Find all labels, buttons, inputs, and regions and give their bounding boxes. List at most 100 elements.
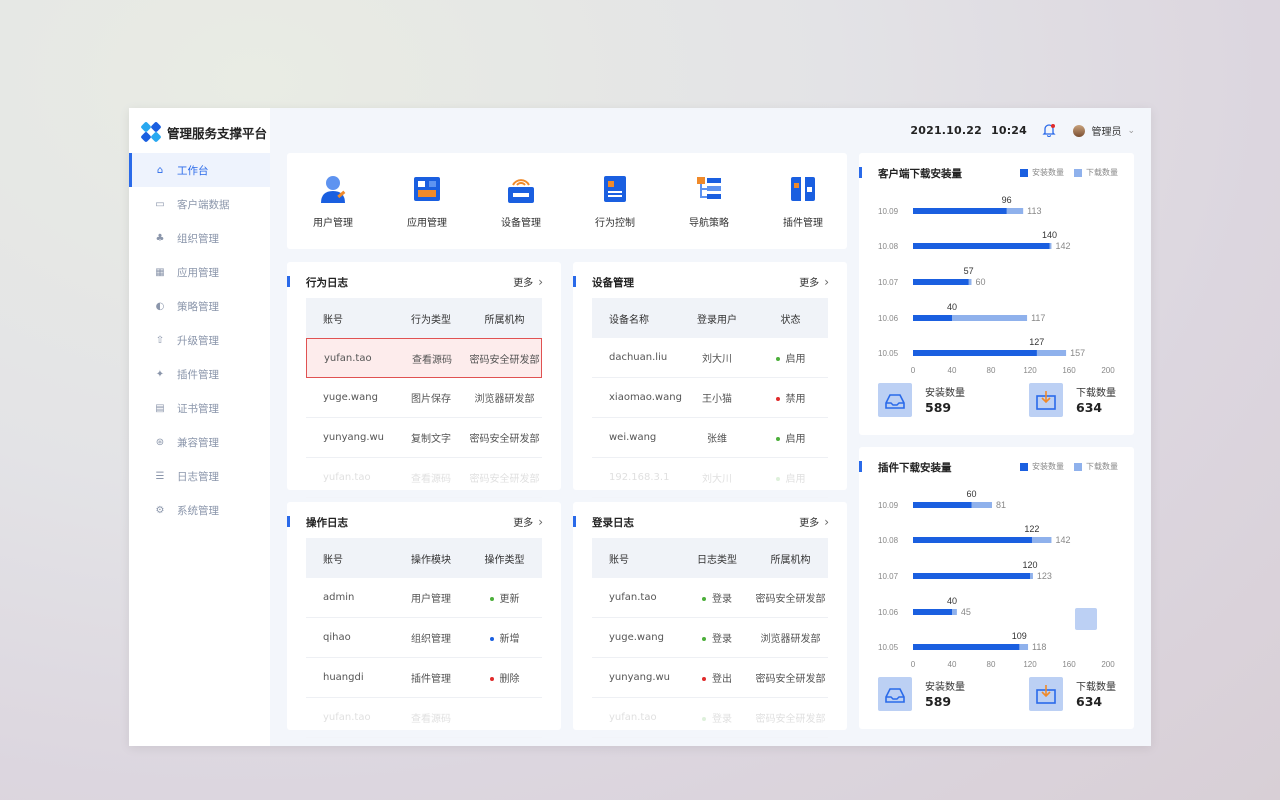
status-dot: [775, 397, 780, 401]
install-value-label: 122: [1024, 524, 1039, 534]
chart-title: 插件下载安装量: [859, 461, 952, 474]
status-dot: [489, 677, 494, 681]
table-row[interactable]: qihao 组织管理 新增: [306, 618, 542, 658]
cell: 登录: [681, 630, 753, 645]
cell: yuge.wang: [323, 392, 378, 403]
certificate-icon: ▤: [155, 402, 165, 414]
chart-legend: 安装数量 下载数量: [1010, 167, 1118, 178]
table-row[interactable]: yunyang.wu 登出 密码安全研发部: [592, 658, 828, 698]
behavior-log-table: 账号 行为类型 所属机构 yufan.tao 查看源码 密码安全研发部 yuge.wang 图…: [306, 298, 542, 498]
table-row[interactable]: wei.wang 张维 启用: [592, 418, 828, 458]
table-row[interactable]: yufan.tao 查看源码: [306, 698, 542, 738]
cell: 张维: [707, 434, 727, 445]
bar-install: [913, 350, 1037, 356]
sidebar-item-strategy[interactable]: ◐ 策略管理: [129, 289, 270, 323]
cell: yufan.tao: [324, 352, 372, 364]
cell: 删除: [467, 670, 542, 685]
panel-title: 设备管理: [573, 276, 634, 289]
inbox-icon: [878, 677, 912, 711]
install-value-label: 40: [947, 596, 957, 606]
bar-chart: 10.09 96 113 10.08 140142 10.07 5760 10.06 40 117…: [878, 195, 1115, 375]
cell: 查看源码: [411, 474, 451, 485]
strategy-icon: ◐: [155, 300, 165, 312]
plugin-manage-icon: [791, 177, 815, 201]
sidebar-item-upgrade[interactable]: ⇧ 升级管理: [129, 323, 270, 357]
status-dot: [775, 357, 780, 361]
category-label: 10.06: [878, 314, 899, 323]
cell: 登录: [681, 590, 753, 605]
more-link[interactable]: 更多 ›: [799, 274, 829, 289]
settings-icon: ⚙: [155, 504, 165, 516]
bell-icon[interactable]: [1042, 123, 1056, 137]
sidebar-item-settings[interactable]: ⚙ 系统管理: [129, 493, 270, 527]
bar-install: [913, 279, 969, 285]
install-value-label: 109: [1012, 631, 1027, 641]
column-header: 设备名称: [609, 314, 649, 326]
table-row[interactable]: xiaomao.wang 王小猫 禁用: [592, 378, 828, 418]
sidebar-item-apps[interactable]: ▦ 应用管理: [129, 255, 270, 289]
more-link[interactable]: 更多 ›: [513, 274, 543, 289]
download-box-icon: [1029, 383, 1063, 417]
table-row[interactable]: huangdi 插件管理 删除: [306, 658, 542, 698]
sidebar-item-label: 插件管理: [177, 368, 219, 381]
status-dot: [702, 677, 706, 681]
category-label: 10.07: [878, 572, 899, 581]
upgrade-icon: ⇧: [155, 334, 165, 346]
legend-label: 安装数量: [1032, 462, 1064, 471]
behavior-control-icon: [604, 176, 626, 202]
category-label: 10.08: [878, 242, 899, 251]
table-row[interactable]: admin 用户管理 更新: [306, 578, 542, 618]
sidebar-item-home[interactable]: ⌂ 工作台: [129, 153, 270, 187]
quick-label: 导航策略: [689, 218, 729, 229]
table-row[interactable]: 192.168.3.1 刘大川 启用: [592, 458, 828, 498]
sidebar-item-label: 策略管理: [177, 300, 219, 313]
cell: 图片保存: [411, 394, 451, 405]
sidebar-item-monitor[interactable]: ▭ 客户端数据: [129, 187, 270, 221]
legend-swatch: [1020, 462, 1028, 471]
download-value-label: 81: [996, 500, 1006, 510]
plugin-icon: ✦: [155, 368, 165, 380]
column-header: 账号: [323, 554, 343, 566]
quick-app-manage[interactable]: 应用管理: [387, 171, 467, 229]
sidebar-item-org[interactable]: ♣ 组织管理: [129, 221, 270, 255]
quick-behavior-control[interactable]: 行为控制: [575, 171, 655, 229]
panel-title: 登录日志: [573, 516, 634, 529]
topbar: 2021.10.22 10:24 管理员 ⌄: [270, 108, 1151, 152]
cell: 启用: [753, 350, 828, 365]
x-tick-label: 160: [1062, 366, 1076, 375]
table-row[interactable]: yufan.tao 登录 密码安全研发部: [592, 578, 828, 618]
quick-navigation-policy[interactable]: 导航策略: [669, 171, 749, 229]
user-menu[interactable]: 管理员 ⌄: [1073, 123, 1135, 138]
cell: 查看源码: [412, 354, 452, 366]
column-header: 所属机构: [484, 314, 525, 326]
sidebar-item-plugin[interactable]: ✦ 插件管理: [129, 357, 270, 391]
table-row[interactable]: yuge.wang 登录 浏览器研发部: [592, 618, 828, 658]
cell: 组织管理: [411, 634, 451, 645]
sidebar-item-certificate[interactable]: ▤ 证书管理: [129, 391, 270, 425]
user-manage-icon: [321, 176, 346, 203]
sidebar-item-log[interactable]: ☰ 日志管理: [129, 459, 270, 493]
sidebar-item-compat[interactable]: ⊛ 兼容管理: [129, 425, 270, 459]
more-link[interactable]: 更多 ›: [513, 514, 543, 529]
cell: 启用: [753, 470, 828, 485]
table-row[interactable]: yuge.wang 图片保存 浏览器研发部: [306, 378, 542, 418]
monitor-icon: ▭: [155, 198, 165, 210]
x-tick-label: 40: [948, 660, 957, 669]
table-row[interactable]: yufan.tao 查看源码 密码安全研发部: [306, 458, 542, 498]
quick-plugin-manage[interactable]: 插件管理: [763, 171, 843, 229]
datetime: 2021.10.22 10:24: [910, 124, 1027, 137]
table-row[interactable]: yunyang.wu 复制文字 密码安全研发部: [306, 418, 542, 458]
more-link[interactable]: 更多 ›: [799, 514, 829, 529]
quick-user-manage[interactable]: 用户管理: [293, 171, 373, 229]
cell: 密码安全研发部: [469, 354, 540, 366]
chart-legend: 安装数量 下载数量: [1010, 461, 1118, 472]
cell: 登录: [681, 710, 753, 725]
cell: 密码安全研发部: [755, 674, 826, 685]
table-row[interactable]: yufan.tao 登录 密码安全研发部: [592, 698, 828, 738]
download-value-label: 45: [961, 607, 971, 617]
device-table: 设备名称 登录用户 状态 dachuan.liu 刘大川 启用 xiaomao.wang 王小…: [592, 298, 828, 498]
table-row[interactable]: yufan.tao 查看源码 密码安全研发部: [306, 338, 542, 378]
table-row[interactable]: dachuan.liu 刘大川 启用: [592, 338, 828, 378]
category-label: 10.09: [878, 207, 899, 216]
quick-device-manage[interactable]: 设备管理: [481, 171, 561, 229]
